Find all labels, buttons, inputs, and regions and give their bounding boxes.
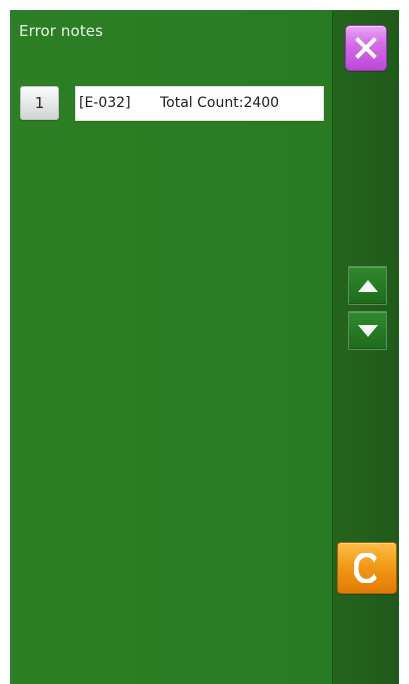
close-x-icon — [355, 37, 377, 59]
triangle-down-icon — [358, 325, 378, 337]
close-button[interactable] — [345, 25, 387, 71]
row-number-button[interactable]: 1 — [20, 86, 59, 120]
error-row: 1 [E-032] Total Count:2400 — [10, 86, 332, 128]
scroll-up-button[interactable] — [348, 266, 387, 305]
clear-button[interactable] — [337, 542, 397, 594]
page-title: Error notes — [19, 22, 104, 40]
error-entry-field[interactable]: [E-032] Total Count:2400 — [75, 86, 324, 121]
error-list-panel: Error notes 1 [E-032] Total Count:2400 — [10, 10, 332, 684]
clear-c-icon — [354, 553, 377, 583]
triangle-up-icon — [358, 280, 378, 292]
error-code-text: [E-032] — [79, 95, 131, 111]
error-notes-screen: Error notes 1 [E-032] Total Count:2400 — [10, 10, 399, 684]
total-count-text: Total Count:2400 — [160, 95, 280, 111]
scroll-down-button[interactable] — [348, 311, 387, 350]
